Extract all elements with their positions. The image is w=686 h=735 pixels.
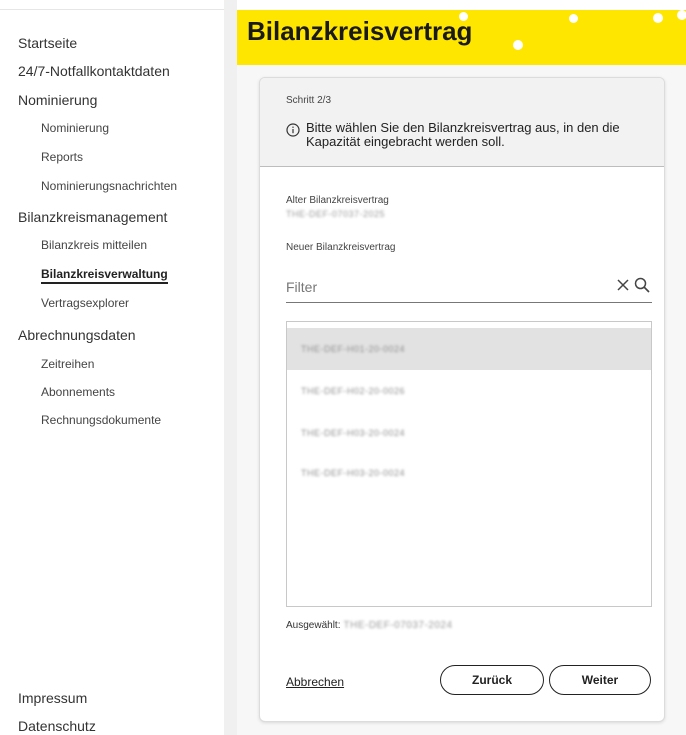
decorative-dot [459,12,468,21]
sidebar-top-divider [0,9,224,10]
selected-value: THE-DEF-07037-2024 [343,620,453,631]
back-button[interactable]: Zurück [440,665,544,695]
page-title: Bilanzkreisvertrag [247,16,473,46]
sidebar-divider [224,0,237,735]
page-header: Bilanzkreisvertrag [237,10,686,65]
sidebar-item-bilanzkreis-mitteilen[interactable]: Bilanzkreis mitteilen [41,238,147,252]
next-button[interactable]: Weiter [549,665,651,695]
list-item[interactable]: THE-DEF-H02-20-0026 [287,370,651,412]
selected-summary: Ausgewählt: THE-DEF-07037-2024 [286,620,453,631]
sidebar-item-rechnungsdokumente[interactable]: Rechnungsdokumente [41,413,161,427]
list-item-label: THE-DEF-H02-20-0026 [301,386,406,396]
sidebar-item-bilanzkreismanagement-group[interactable]: Bilanzkreismanagement [18,209,167,225]
sidebar-item-nominierung[interactable]: Nominierung [41,121,109,135]
sidebar: Startseite 24/7-Notfallkontaktdaten Nomi… [0,0,224,735]
list-item-label: THE-DEF-H03-20-0024 [301,468,406,478]
decorative-dot [569,14,578,23]
info-message: Bitte wählen Sie den Bilanzkreisvertrag … [306,120,620,149]
sidebar-item-abrechnungsdaten-group[interactable]: Abrechnungsdaten [18,327,136,343]
list-item-label: THE-DEF-H01-20-0024 [301,344,406,354]
sidebar-item-abonnements[interactable]: Abonnements [41,385,115,399]
contract-listbox[interactable]: THE-DEF-H01-20-0024 THE-DEF-H02-20-0026 … [286,321,652,607]
new-contract-label: Neuer Bilanzkreisvertrag [286,242,396,253]
sidebar-item-nominierung-group[interactable]: Nominierung [18,92,97,108]
list-item[interactable]: THE-DEF-H03-20-0024 [287,452,651,494]
cancel-link[interactable]: Abbrechen [286,675,344,689]
list-item-label: THE-DEF-H03-20-0024 [301,428,406,438]
filter-input[interactable] [286,276,606,298]
search-icon[interactable] [634,277,650,293]
list-item[interactable]: THE-DEF-H01-20-0024 [287,328,651,370]
old-contract-value: THE-DEF-07037-2025 [286,209,386,219]
info-circle-icon [286,123,300,137]
decorative-dot [653,13,663,23]
footer-link-datenschutz[interactable]: Datenschutz [18,718,96,734]
filter-field [286,274,652,303]
sidebar-item-reports[interactable]: Reports [41,150,83,164]
sidebar-item-nominierungsnachrichten[interactable]: Nominierungsnachrichten [41,179,177,193]
wizard-card: Schritt 2/3 Bitte wählen Sie den Bilanzk… [259,77,665,722]
decorative-dot [513,40,523,50]
step-indicator: Schritt 2/3 [286,95,332,106]
close-icon[interactable] [616,278,630,292]
wizard-header: Schritt 2/3 Bitte wählen Sie den Bilanzk… [260,78,664,167]
sidebar-item-zeitreihen[interactable]: Zeitreihen [41,357,94,371]
sidebar-item-notfallkontaktdaten[interactable]: 24/7-Notfallkontaktdaten [18,63,170,79]
decorative-dot [677,10,686,20]
footer-link-impressum[interactable]: Impressum [18,690,87,706]
old-contract-label: Alter Bilanzkreisvertrag [286,195,389,206]
sidebar-item-startseite[interactable]: Startseite [18,35,77,51]
list-item[interactable]: THE-DEF-H03-20-0024 [287,412,651,454]
sidebar-item-vertragsexplorer[interactable]: Vertragsexplorer [41,296,129,310]
sidebar-item-bilanzkreisverwaltung[interactable]: Bilanzkreisverwaltung [41,267,168,284]
selected-label: Ausgewählt: [286,620,341,631]
